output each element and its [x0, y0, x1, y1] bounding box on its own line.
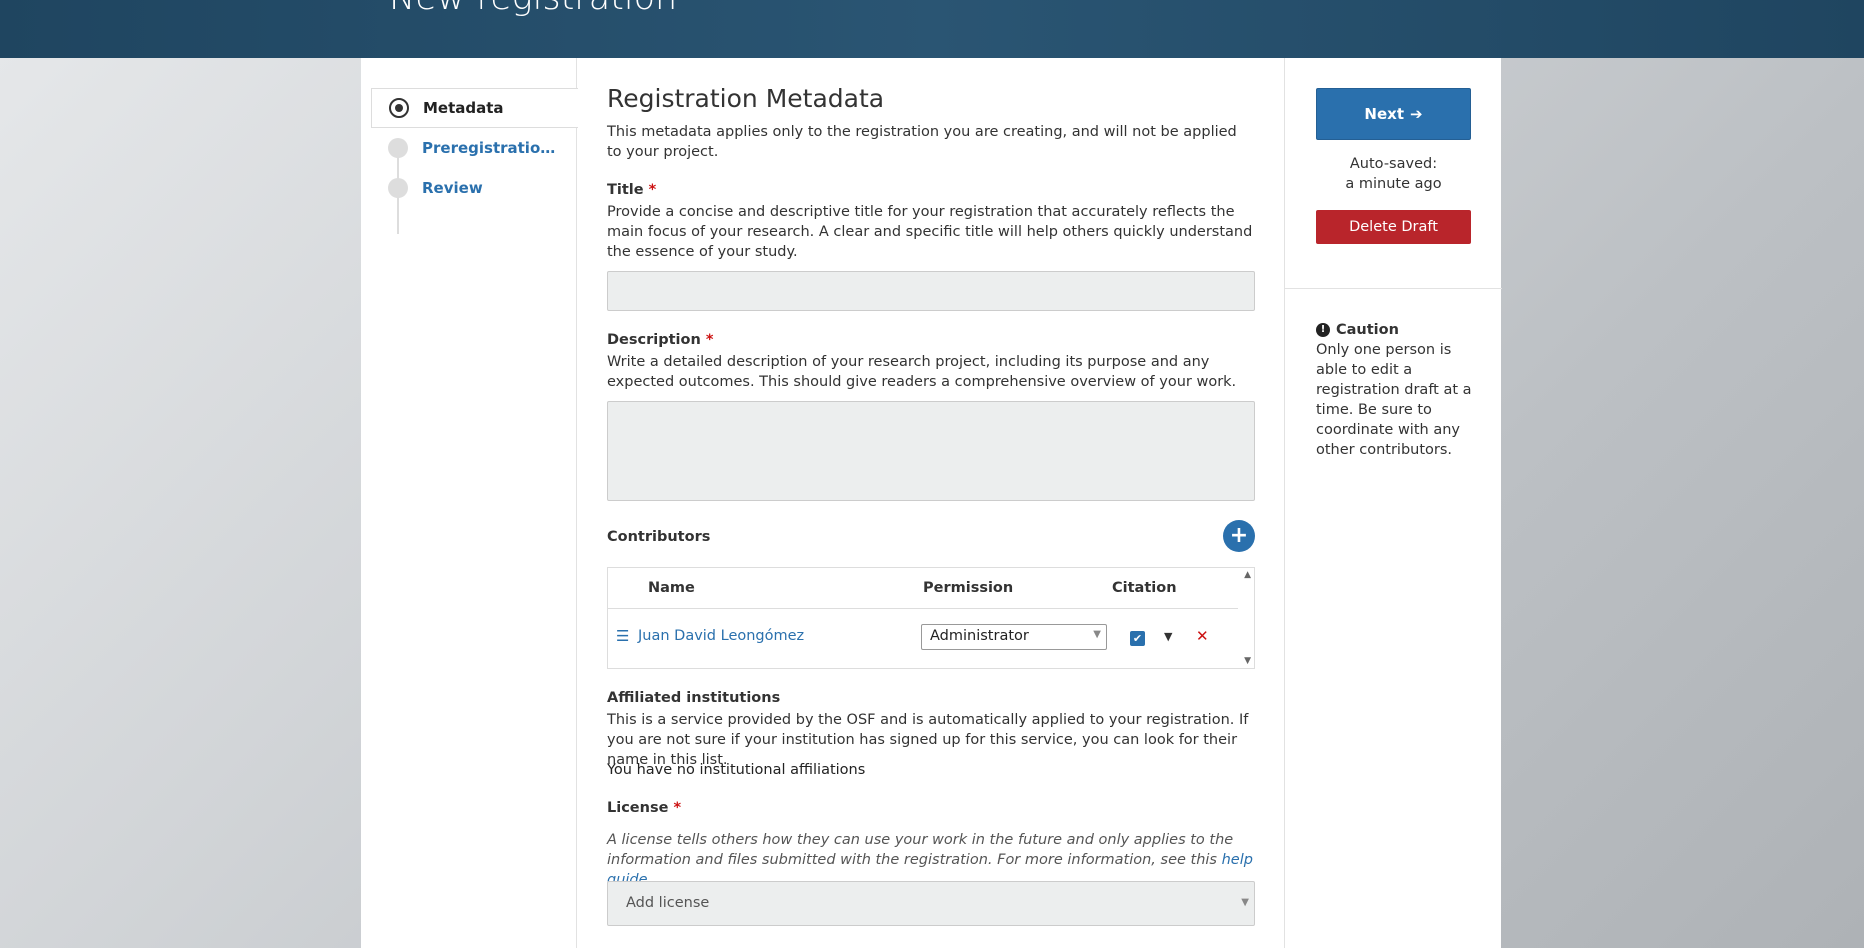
description-textarea[interactable] [607, 401, 1255, 501]
step-current-icon [389, 98, 409, 118]
next-label: Next [1364, 105, 1404, 123]
registration-form: Metadata Preregistration Te... Review Re… [361, 58, 1502, 948]
exclamation-icon: ! [1316, 323, 1330, 337]
license-label-text: License [607, 800, 669, 816]
step-nav: Metadata Preregistration Te... Review [361, 58, 578, 948]
step-dot-icon [388, 178, 408, 198]
required-marker: * [705, 332, 714, 348]
citation-checkbox[interactable]: ✔ [1130, 631, 1145, 646]
remove-contributor-icon[interactable]: ✕ [1196, 627, 1209, 645]
required-marker: * [673, 800, 682, 816]
title-help: Provide a concise and descriptive title … [607, 204, 1253, 260]
step-dot-icon [388, 138, 408, 158]
caret-down-icon[interactable]: ▼ [1164, 630, 1172, 643]
autosave-status: Auto-saved: a minute ago [1316, 154, 1471, 194]
add-contributor-button[interactable]: + [1223, 520, 1255, 552]
column-citation: Citation [1112, 580, 1177, 596]
permission-value: Administrator [930, 628, 1029, 644]
license-select[interactable]: Add license ▼ [607, 881, 1255, 926]
plus-icon: + [1229, 523, 1249, 548]
title-label-text: Title [607, 182, 644, 198]
affiliations-label: Affiliated institutions [607, 690, 781, 706]
contributor-name-link[interactable]: Juan David Leongómez [638, 628, 804, 644]
scroll-down-icon[interactable]: ▼ [1244, 656, 1251, 666]
action-sidebar: Next ➔ Auto-saved: a minute ago Delete D… [1284, 58, 1502, 948]
contributors-table: Name Permission Citation ▲ ☰ Juan David … [607, 567, 1255, 669]
scroll-up-icon[interactable]: ▲ [1244, 570, 1251, 580]
page-heading: New registration [389, 0, 677, 18]
column-permission: Permission [923, 580, 1014, 596]
divider [608, 608, 1238, 609]
chevron-down-icon: ▼ [1093, 629, 1101, 640]
delete-draft-button[interactable]: Delete Draft [1316, 210, 1471, 244]
caution-text: Only one person is able to edit a regist… [1316, 342, 1472, 458]
permission-select[interactable]: Administrator ▼ [921, 624, 1107, 650]
caution-box: ! Caution Only one person is able to edi… [1316, 320, 1476, 460]
license-label: License * [607, 800, 1255, 816]
title-input[interactable] [607, 271, 1255, 311]
autosave-time: a minute ago [1345, 176, 1442, 192]
step-label: Preregistration Te... [422, 139, 562, 157]
required-marker: * [648, 182, 657, 198]
divider [1285, 288, 1502, 289]
page-title: Registration Metadata [607, 84, 885, 113]
title-label: Title * [607, 182, 1255, 198]
step-label: Metadata [423, 99, 504, 117]
license-placeholder: Add license [626, 895, 710, 911]
contributors-label: Contributors [607, 529, 711, 545]
step-metadata[interactable]: Metadata [371, 88, 578, 128]
caution-title-text: Caution [1336, 322, 1399, 338]
page-header: New registration [0, 0, 1864, 58]
chevron-down-icon: ▼ [1241, 897, 1249, 908]
column-name: Name [648, 580, 695, 596]
description-label-text: Description [607, 332, 701, 348]
next-button[interactable]: Next ➔ [1316, 88, 1471, 140]
description-help: Write a detailed description of your res… [607, 354, 1237, 390]
autosave-label: Auto-saved: [1349, 156, 1438, 172]
description-label: Description * [607, 332, 1255, 348]
step-label: Review [422, 179, 483, 197]
arrow-right-icon: ➔ [1410, 105, 1423, 123]
intro-text: This metadata applies only to the regist… [607, 124, 1237, 160]
license-help-text: A license tells others how they can use … [607, 832, 1234, 868]
caution-title: ! Caution [1316, 320, 1476, 340]
step-preregistration-template[interactable]: Preregistration Te... [371, 128, 577, 168]
affiliations-empty: You have no institutional affiliations [607, 762, 866, 778]
step-review[interactable]: Review [371, 168, 577, 208]
drag-handle-icon[interactable]: ☰ [616, 627, 629, 645]
